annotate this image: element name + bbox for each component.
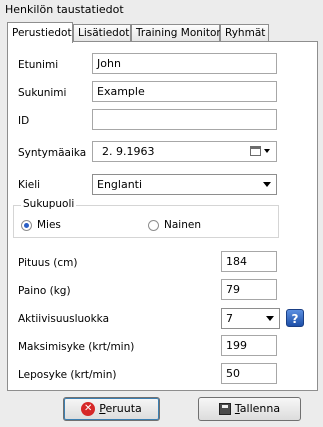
- calendar-dropdown-icon[interactable]: [264, 149, 270, 153]
- activity-select[interactable]: 7: [221, 308, 280, 329]
- save-button[interactable]: Tallenna: [198, 397, 301, 421]
- id-field[interactable]: [92, 109, 277, 130]
- chevron-down-icon: [263, 182, 271, 187]
- weight-label: Paino (kg): [18, 285, 71, 297]
- tab-perustiedot[interactable]: Perustiedot: [7, 22, 73, 43]
- max-hr-field[interactable]: 199: [221, 335, 277, 356]
- language-select[interactable]: Englanti: [92, 174, 277, 195]
- id-label: ID: [18, 115, 30, 127]
- cancel-button[interactable]: ✕ Peruuta: [63, 397, 160, 421]
- height-field[interactable]: 184: [221, 251, 277, 272]
- first-name-field[interactable]: John: [92, 53, 277, 74]
- rest-hr-field[interactable]: 50: [221, 363, 277, 384]
- activity-value: 7: [226, 312, 233, 325]
- gender-male-label[interactable]: Mies: [37, 219, 61, 231]
- language-value: Englanti: [97, 178, 143, 191]
- rest-hr-label: Leposyke (krt/min): [18, 369, 117, 381]
- activity-label: Aktiivisuusluokka: [18, 313, 110, 325]
- gender-female-radio[interactable]: [148, 220, 159, 231]
- height-label: Pituus (cm): [18, 257, 78, 269]
- cancel-icon: ✕: [81, 402, 96, 416]
- cancel-label: eruuta: [105, 402, 142, 415]
- last-name-label: Sukunimi: [18, 87, 67, 99]
- save-icon: [218, 403, 231, 415]
- birth-date-label: Syntymäaika: [18, 147, 87, 159]
- weight-field[interactable]: 79: [221, 279, 277, 300]
- max-hr-label: Maksimisyke (krt/min): [18, 341, 135, 353]
- gender-female-label[interactable]: Nainen: [164, 219, 201, 231]
- first-name-label: Etunimi: [18, 59, 59, 71]
- gender-legend: Sukupuoli: [21, 198, 77, 210]
- tab-lisatiedot[interactable]: Lisätiedot: [73, 24, 131, 41]
- save-label: allenna: [239, 402, 281, 415]
- chevron-down-icon: [266, 316, 274, 321]
- birth-date-value: 2. 9.1963: [102, 145, 155, 158]
- calendar-icon[interactable]: [250, 146, 261, 156]
- gender-male-radio[interactable]: [21, 220, 32, 231]
- tab-ryhmat[interactable]: Ryhmät: [220, 24, 269, 41]
- help-icon[interactable]: ?: [286, 309, 304, 327]
- last-name-field[interactable]: Example: [92, 81, 277, 102]
- language-label: Kieli: [18, 179, 41, 191]
- tab-training-monitor[interactable]: Training Monitor: [131, 24, 221, 41]
- group-title: Henkilön taustatiedot: [5, 3, 124, 16]
